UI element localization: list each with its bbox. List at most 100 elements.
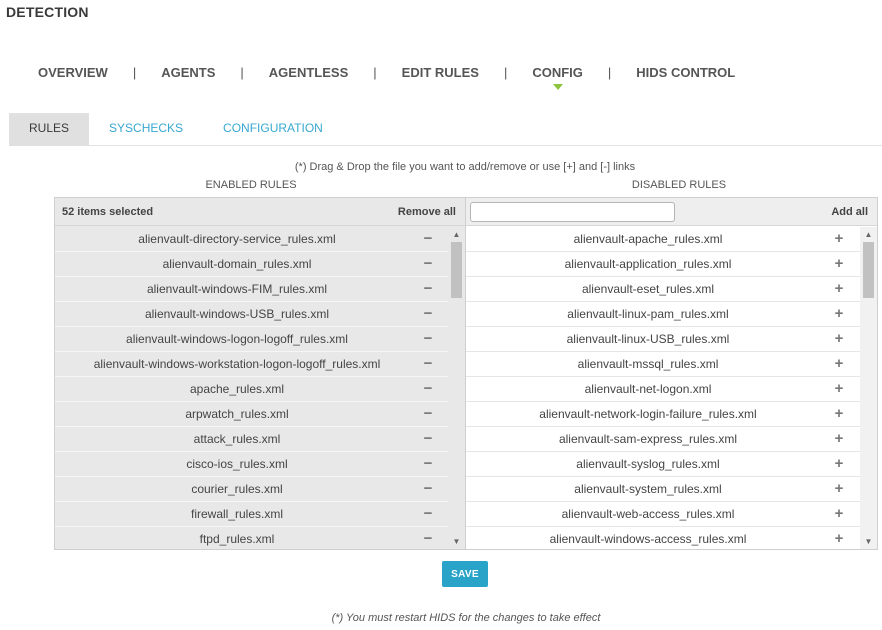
rule-filename: alienvault-linux-USB_rules.xml xyxy=(566,332,730,346)
tab-syschecks[interactable]: SYSCHECKS xyxy=(89,113,203,146)
plus-icon[interactable]: + xyxy=(832,452,846,476)
nav-config[interactable]: CONFIG xyxy=(532,65,583,90)
list-item[interactable]: alienvault-net-logon.xml + xyxy=(466,377,860,402)
plus-icon[interactable]: + xyxy=(832,402,846,426)
rule-filename: alienvault-system_rules.xml xyxy=(574,482,722,496)
scroll-up-arrow-icon[interactable]: ▲ xyxy=(448,227,465,242)
minus-icon[interactable]: − xyxy=(421,477,435,501)
plus-icon[interactable]: + xyxy=(832,502,846,526)
list-item[interactable]: alienvault-directory-service_rules.xml − xyxy=(55,227,449,252)
nav-agents[interactable]: AGENTS xyxy=(161,65,215,80)
rule-filename: cisco-ios_rules.xml xyxy=(186,457,288,471)
nav-separator: | xyxy=(132,64,137,80)
plus-icon[interactable]: + xyxy=(832,302,846,326)
nav-hids-control[interactable]: HIDS CONTROL xyxy=(636,65,735,80)
disabled-rules-search-input[interactable] xyxy=(470,202,675,222)
plus-icon[interactable]: + xyxy=(832,277,846,301)
rule-filename: alienvault-mssql_rules.xml xyxy=(577,357,719,371)
list-item[interactable]: apache_rules.xml − xyxy=(55,377,449,402)
nav-overview[interactable]: OVERVIEW xyxy=(38,65,108,80)
add-all-link[interactable]: Add all xyxy=(831,206,868,218)
list-item[interactable]: alienvault-application_rules.xml + xyxy=(466,252,860,277)
minus-icon[interactable]: − xyxy=(421,502,435,526)
list-item[interactable]: alienvault-domain_rules.xml − xyxy=(55,252,449,277)
list-item[interactable]: alienvault-web-access_rules.xml + xyxy=(466,502,860,527)
rule-filename: alienvault-apache_rules.xml xyxy=(573,232,723,246)
enabled-list-scrollbar[interactable]: ▲ ▼ xyxy=(448,227,465,549)
list-item[interactable]: alienvault-network-login-failure_rules.x… xyxy=(466,402,860,427)
minus-icon[interactable]: − xyxy=(421,377,435,401)
list-item[interactable]: alienvault-apache_rules.xml + xyxy=(466,227,860,252)
nav-agentless[interactable]: AGENTLESS xyxy=(269,65,348,80)
disabled-scroll-thumb[interactable] xyxy=(863,242,874,298)
rule-filename: apache_rules.xml xyxy=(189,382,285,396)
nav-separator: | xyxy=(240,64,244,80)
minus-icon[interactable]: − xyxy=(421,277,435,301)
minus-icon[interactable]: − xyxy=(421,527,435,549)
minus-icon[interactable]: − xyxy=(421,302,435,326)
rule-filename: courier_rules.xml xyxy=(191,482,283,496)
disabled-list-scrollbar[interactable]: ▲ ▼ xyxy=(860,227,877,549)
restart-footnote: (*) You must restart HIDS for the change… xyxy=(331,612,601,624)
nav-separator: | xyxy=(503,64,508,80)
plus-icon[interactable]: + xyxy=(832,352,846,376)
list-item[interactable]: alienvault-linux-pam_rules.xml + xyxy=(466,302,860,327)
enabled-scroll-thumb[interactable] xyxy=(451,242,462,298)
minus-icon[interactable]: − xyxy=(421,402,435,426)
minus-icon[interactable]: − xyxy=(421,327,435,351)
rule-filename: alienvault-windows-FIM_rules.xml xyxy=(146,282,328,296)
scroll-down-arrow-icon[interactable]: ▼ xyxy=(860,534,877,549)
rule-filename: alienvault-linux-pam_rules.xml xyxy=(567,307,729,321)
enabled-rules-pane: 52 items selected Remove all alienvault-… xyxy=(55,198,466,549)
minus-icon[interactable]: − xyxy=(421,452,435,476)
list-item[interactable]: ftpd_rules.xml − xyxy=(55,527,449,549)
nav-edit-rules[interactable]: EDIT RULES xyxy=(402,65,479,80)
list-item[interactable]: alienvault-windows-FIM_rules.xml − xyxy=(55,277,449,302)
minus-icon[interactable]: − xyxy=(421,227,435,251)
scroll-down-arrow-icon[interactable]: ▼ xyxy=(448,534,465,549)
save-button[interactable]: SAVE xyxy=(442,561,488,587)
tab-rules[interactable]: RULES xyxy=(9,113,90,146)
list-item[interactable]: alienvault-windows-access_rules.xml + xyxy=(466,527,860,549)
list-item[interactable]: alienvault-syslog_rules.xml + xyxy=(466,452,860,477)
scroll-up-arrow-icon[interactable]: ▲ xyxy=(860,227,877,242)
enabled-rules-header: 52 items selected Remove all xyxy=(55,198,465,226)
plus-icon[interactable]: + xyxy=(832,427,846,451)
plus-icon[interactable]: + xyxy=(832,377,846,401)
rule-filename: alienvault-sam-express_rules.xml xyxy=(558,432,738,446)
minus-icon[interactable]: − xyxy=(421,427,435,451)
list-item[interactable]: alienvault-eset_rules.xml + xyxy=(466,277,860,302)
list-item[interactable]: alienvault-sam-express_rules.xml + xyxy=(466,427,860,452)
list-item[interactable]: alienvault-system_rules.xml + xyxy=(466,477,860,502)
rule-filename: alienvault-windows-access_rules.xml xyxy=(549,532,747,546)
list-item[interactable]: attack_rules.xml − xyxy=(55,427,449,452)
rule-filename: alienvault-network-login-failure_rules.x… xyxy=(539,407,757,421)
minus-icon[interactable]: − xyxy=(421,352,435,376)
rule-filename: alienvault-windows-logon-logoff_rules.xm… xyxy=(126,332,348,346)
list-item[interactable]: arpwatch_rules.xml − xyxy=(55,402,449,427)
list-item[interactable]: firewall_rules.xml − xyxy=(55,502,449,527)
rule-filename: alienvault-directory-service_rules.xml xyxy=(138,232,336,246)
list-item[interactable]: alienvault-windows-logon-logoff_rules.xm… xyxy=(55,327,449,352)
rule-filename: firewall_rules.xml xyxy=(190,507,284,521)
list-item[interactable]: alienvault-windows-workstation-logon-log… xyxy=(55,352,449,377)
list-item[interactable]: alienvault-mssql_rules.xml + xyxy=(466,352,860,377)
list-item[interactable]: alienvault-windows-USB_rules.xml − xyxy=(55,302,449,327)
plus-icon[interactable]: + xyxy=(832,327,846,351)
plus-icon[interactable]: + xyxy=(832,252,846,276)
disabled-rules-caption: DISABLED RULES xyxy=(631,179,727,191)
main-nav: OVERVIEW | AGENTS | AGENTLESS | EDIT RULES | CON… xyxy=(38,64,735,90)
enabled-rules-list[interactable]: alienvault-directory-service_rules.xml − a… xyxy=(55,227,449,549)
nav-separator: | xyxy=(607,64,612,80)
disabled-rules-pane: Add all alienvault-apache_rules.xml + alie… xyxy=(466,198,877,549)
plus-icon[interactable]: + xyxy=(832,227,846,251)
disabled-rules-list[interactable]: alienvault-apache_rules.xml + alienvault-a… xyxy=(466,227,860,549)
minus-icon[interactable]: − xyxy=(421,252,435,276)
list-item[interactable]: alienvault-linux-USB_rules.xml + xyxy=(466,327,860,352)
list-item[interactable]: cisco-ios_rules.xml − xyxy=(55,452,449,477)
list-item[interactable]: courier_rules.xml − xyxy=(55,477,449,502)
remove-all-link[interactable]: Remove all xyxy=(398,206,456,218)
tab-configuration[interactable]: CONFIGURATION xyxy=(203,113,343,146)
plus-icon[interactable]: + xyxy=(832,477,846,501)
plus-icon[interactable]: + xyxy=(832,527,846,549)
